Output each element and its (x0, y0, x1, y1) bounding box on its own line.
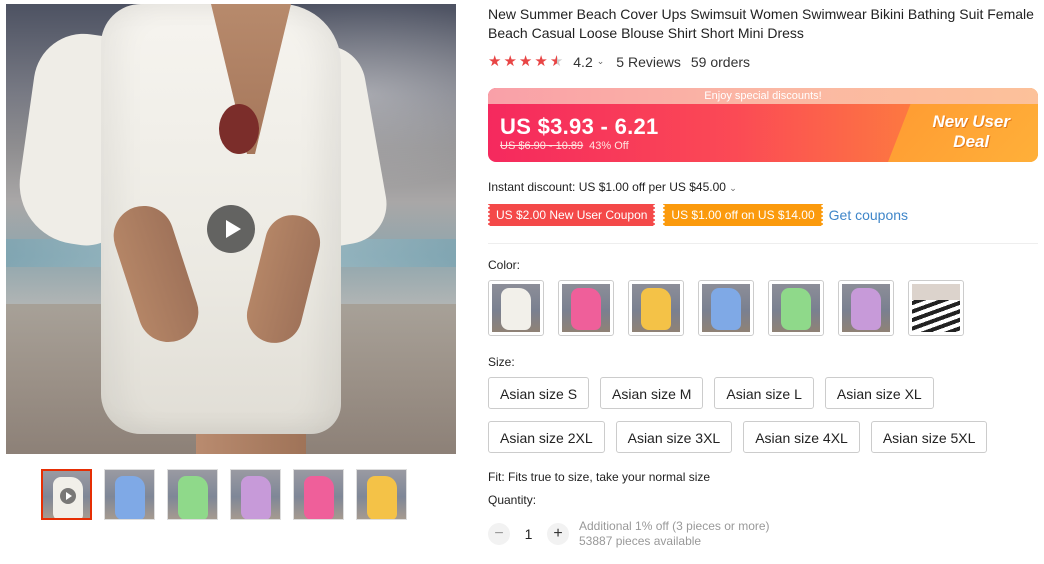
rating-value[interactable]: 4.2 (573, 54, 592, 70)
original-price: US $6.90 - 10.89 (500, 140, 584, 152)
color-swatch-green[interactable] (768, 280, 824, 336)
size-option-xl[interactable]: Asian size XL (824, 377, 934, 409)
quantity-label: Quantity: (488, 493, 537, 507)
bikini-top (219, 104, 259, 154)
product-title: New Summer Beach Cover Ups Swimsuit Wome… (488, 6, 1034, 41)
deal-line-2: Deal (953, 132, 990, 151)
thumbnail-dress-blue (115, 476, 145, 519)
thumbnail-dress-pink (304, 476, 334, 519)
quantity-plus-button[interactable]: + (547, 523, 569, 545)
size-row-1: Asian size S Asian size M Asian size L A… (488, 377, 1044, 409)
thumbnail-dress-green (178, 476, 208, 519)
rating-row: ★ ★ ★ ★ ★ 4.2 ⌄ 5 Reviews 59 orders (488, 53, 750, 70)
size-label: Size: (488, 355, 515, 369)
star-icon: ★ (518, 53, 533, 70)
thumbnail-dress-purple (241, 476, 271, 519)
main-product-image[interactable] (6, 4, 456, 454)
size-option-l[interactable]: Asian size L (714, 377, 814, 409)
thumbnail-yellow[interactable] (356, 469, 407, 520)
quantity-input[interactable] (510, 525, 547, 543)
new-user-deal-badge: New User Deal (933, 112, 1010, 152)
star-half-icon: ★ (549, 53, 564, 70)
size-option-m[interactable]: Asian size M (600, 377, 704, 409)
star-icon: ★ (488, 53, 502, 70)
color-swatch-stripe[interactable] (908, 280, 964, 336)
fit-info: Fit: Fits true to size, take your normal… (488, 470, 711, 484)
color-swatch-yellow[interactable] (628, 280, 684, 336)
size-row-2: Asian size 2XL Asian size 3XL Asian size… (488, 421, 1044, 453)
price-banner: Enjoy special discounts! US $3.93 - 6.21… (488, 88, 1038, 162)
discount-percent: 43% Off (589, 140, 629, 152)
stock-available: 53887 pieces available (579, 534, 702, 548)
color-options (488, 280, 964, 336)
chevron-down-icon: ⌄ (729, 183, 737, 193)
orders-count: 59 orders (690, 53, 751, 70)
size-option-4xl[interactable]: Asian size 4XL (743, 421, 860, 453)
instant-discount[interactable]: Instant discount: US $1.00 off per US $4… (488, 180, 737, 194)
reviews-link[interactable]: 5 Reviews (616, 54, 681, 70)
size-option-3xl[interactable]: Asian size 3XL (615, 421, 733, 453)
deal-line-1: New User (932, 112, 1010, 131)
color-swatch-pink[interactable] (558, 280, 614, 336)
thumbnail-green[interactable] (167, 469, 218, 520)
quantity-info: Additional 1% off (3 pieces or more) 538… (579, 519, 770, 549)
original-price-row: US $6.90 - 10.89 43% Off (500, 140, 629, 152)
current-price: US $3.93 - 6.21 (500, 114, 659, 139)
quantity-minus-button[interactable]: − (488, 523, 510, 545)
play-icon (60, 488, 76, 504)
star-icon: ★ (534, 53, 548, 70)
get-coupons-link[interactable]: Get coupons (829, 207, 908, 223)
discount-banner-text: Enjoy special discounts! (488, 88, 1038, 104)
quantity-stepper: − + Additional 1% off (3 pieces or more)… (488, 519, 770, 549)
size-option-5xl[interactable]: Asian size 5XL (870, 421, 988, 453)
color-swatch-purple[interactable] (838, 280, 894, 336)
color-swatch-blue[interactable] (698, 280, 754, 336)
thumbnail-pink[interactable] (293, 469, 344, 520)
store-coupon[interactable]: US $1.00 off on US $14.00 (662, 204, 824, 226)
star-icon: ★ (503, 53, 517, 70)
rating-stars: ★ ★ ★ ★ ★ (488, 53, 565, 70)
new-user-coupon[interactable]: US $2.00 New User Coupon (486, 204, 657, 226)
chevron-down-icon[interactable]: ⌄ (597, 56, 605, 67)
size-options: Asian size S Asian size M Asian size L A… (488, 377, 1044, 465)
coupon-row: US $2.00 New User Coupon US $1.00 off on… (486, 204, 908, 226)
thumbnail-dress-yellow (367, 476, 397, 519)
color-swatch-white[interactable] (488, 280, 544, 336)
instant-discount-text: Instant discount: US $1.00 off per US $4… (488, 180, 726, 194)
color-label: Color: (488, 258, 521, 272)
size-option-s[interactable]: Asian size S (488, 377, 590, 409)
thumbnail-purple[interactable] (230, 469, 281, 520)
thumbnail-blue[interactable] (104, 469, 155, 520)
bulk-discount-text: Additional 1% off (3 pieces or more) (579, 519, 770, 533)
thumbnail-video[interactable] (41, 469, 92, 520)
video-play-icon[interactable] (207, 205, 255, 253)
size-option-2xl[interactable]: Asian size 2XL (488, 421, 605, 453)
thumbnail-strip (41, 469, 407, 520)
section-divider (488, 243, 1038, 244)
